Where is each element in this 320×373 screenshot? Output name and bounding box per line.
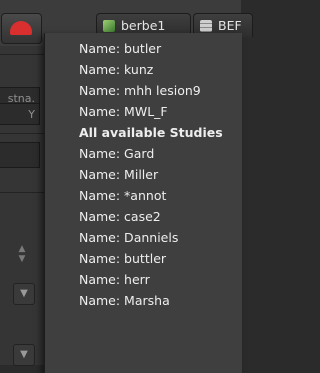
spinner-arrows-icon[interactable]: ▲ ▼ xyxy=(13,244,31,270)
back-button[interactable] xyxy=(1,13,42,44)
menu-item[interactable]: Name: herr xyxy=(45,269,242,290)
left-panel: stna. Y ▲ ▼ ▼ ▼ xyxy=(0,46,44,366)
tab-label: BEF xyxy=(218,18,242,33)
menu-item[interactable]: Name: Danniels xyxy=(45,227,242,248)
menu-item[interactable]: Name: Miller xyxy=(45,164,242,185)
select-field[interactable]: Y xyxy=(0,103,40,125)
divider xyxy=(0,54,44,55)
database-icon xyxy=(200,20,212,32)
menu-item[interactable]: Name: Marsha xyxy=(45,290,242,311)
input-field[interactable] xyxy=(0,142,40,168)
menu-item[interactable]: Name: *annot xyxy=(45,185,242,206)
menu-item[interactable]: Name: buttler xyxy=(45,248,242,269)
menu-item[interactable]: Name: butler xyxy=(45,38,242,59)
chevron-down-icon[interactable]: ▼ xyxy=(13,344,35,366)
study-icon xyxy=(103,20,115,32)
chevron-down-icon[interactable]: ▼ xyxy=(13,283,35,305)
divider xyxy=(0,192,44,193)
menu-item[interactable]: Name: kunz xyxy=(45,59,242,80)
tab-label: berbe1 xyxy=(121,18,166,33)
study-dropdown-menu: Name: butler Name: kunz Name: mhh lesion… xyxy=(44,33,242,373)
divider xyxy=(0,133,44,134)
back-arrow-icon xyxy=(10,21,32,35)
menu-item[interactable]: Name: Gard xyxy=(45,143,242,164)
menu-item[interactable]: Name: case2 xyxy=(45,206,242,227)
menu-item[interactable]: Name: mhh lesion9 xyxy=(45,80,242,101)
menu-item[interactable]: Name: MWL_F xyxy=(45,101,242,122)
menu-section-header: All available Studies xyxy=(79,125,223,140)
